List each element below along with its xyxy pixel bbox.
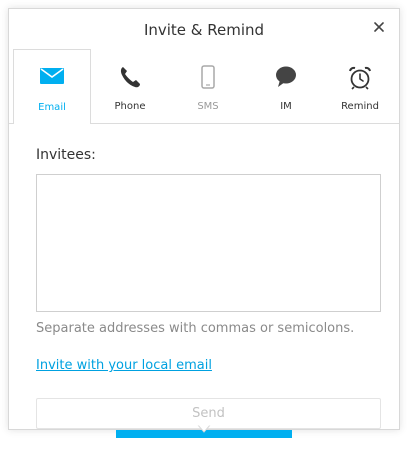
alarm-clock-icon — [321, 65, 399, 91]
invitees-hint: Separate addresses with commas or semico… — [36, 321, 355, 336]
envelope-icon — [14, 66, 90, 92]
invite-remind-dialog: Invite & Remind Email Phone SMS IM Remin… — [8, 8, 400, 430]
invitees-input[interactable] — [36, 174, 381, 312]
phone-icon — [91, 65, 169, 91]
tab-sms-label: SMS — [197, 101, 219, 112]
tab-remind-label: Remind — [341, 101, 379, 112]
invitees-label: Invitees: — [36, 147, 96, 163]
chat-bubble-icon — [247, 65, 325, 91]
tab-phone[interactable]: Phone — [91, 49, 169, 123]
tab-im-label: IM — [280, 101, 292, 112]
tab-im[interactable]: IM — [247, 49, 325, 123]
tab-email-label: Email — [38, 102, 66, 113]
tab-email[interactable]: Email — [13, 49, 91, 124]
close-icon[interactable] — [371, 19, 387, 35]
tab-sms[interactable]: SMS — [169, 49, 247, 123]
window-frame: Invite & Remind Email Phone SMS IM Remin… — [0, 0, 407, 463]
tab-remind[interactable]: Remind — [321, 49, 399, 123]
tab-phone-label: Phone — [114, 101, 146, 112]
dialog-pointer — [195, 423, 213, 437]
dialog-title: Invite & Remind — [143, 21, 265, 39]
mobile-icon — [169, 65, 247, 91]
dialog-header: Invite & Remind — [9, 9, 399, 51]
invite-method-tabs: Email Phone SMS IM Remind — [9, 49, 399, 124]
invite-local-email-link[interactable]: Invite with your local email — [36, 358, 212, 373]
